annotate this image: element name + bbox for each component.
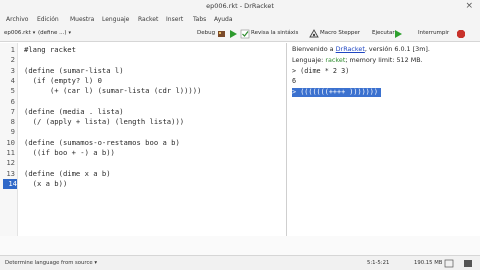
recycle-icon xyxy=(444,259,454,268)
line-number: 3 xyxy=(10,65,15,75)
code-line[interactable]: 13 (define (dime x a b) xyxy=(0,169,287,179)
status-bar: Determine language from source ▾ 5:1-5:2… xyxy=(0,255,480,270)
stop-button[interactable]: Interrumpir xyxy=(418,30,449,36)
interactions-pane[interactable]: Bienvenido a DrRacket, versión 6.0.1 [3m… xyxy=(289,43,480,236)
menu-tabs[interactable]: Tabs xyxy=(193,16,206,23)
cursor-position: 5:1-5:21 xyxy=(367,260,390,266)
code-text: (/ (apply + lista) (length lista))) xyxy=(24,117,185,127)
code-line[interactable]: 5 (+ (car l) (sumar-lista (cdr l))))) xyxy=(0,86,287,96)
line-number: 2 xyxy=(10,55,15,65)
code-text: (define (dime x a b) xyxy=(24,168,111,178)
menu-racket[interactable]: Racket xyxy=(138,16,158,23)
line-number: 4 xyxy=(10,75,15,85)
code-text: (+ (car l) (sumar-lista (cdr l))))) xyxy=(24,86,202,96)
macro-stepper-icon xyxy=(309,29,319,38)
code-line[interactable]: 12 xyxy=(0,158,287,168)
code-line[interactable]: 4 (if (empty? l) 0 xyxy=(0,76,287,86)
line-number: 10 xyxy=(6,137,15,147)
check-syntax-icon xyxy=(240,29,250,39)
close-icon[interactable]: × xyxy=(465,1,473,11)
stop-icon xyxy=(457,30,465,38)
menu-muestra[interactable]: Muestra xyxy=(70,16,94,23)
code-line[interactable]: 1 #lang racket xyxy=(0,45,287,55)
line-number: 7 xyxy=(10,106,15,116)
code-text: (if (empty? l) 0 xyxy=(24,75,102,85)
code-text: (x a b)) xyxy=(24,178,68,188)
language-selector[interactable]: Determine language from source ▾ xyxy=(5,260,97,266)
repl-current-input[interactable]: > (((((((++++ ))))))) xyxy=(292,88,381,97)
code-line[interactable]: 8 (/ (apply + lista) (length lista))) xyxy=(0,117,287,127)
line-number: 14 xyxy=(3,178,17,190)
debug-icon xyxy=(218,31,225,37)
code-line[interactable]: 6 xyxy=(0,97,287,107)
drracket-link[interactable]: DrRacket xyxy=(336,45,365,53)
code-text: ((if boo + -) a b)) xyxy=(24,148,115,157)
menu-bar: Archivo Edición Muestra Lenguaje Racket … xyxy=(0,13,480,27)
menu-insert[interactable]: Insert xyxy=(166,16,183,23)
line-number: 6 xyxy=(10,96,15,106)
line-number: 11 xyxy=(6,148,15,157)
toolbar: ep006.rkt ▾ (define ...) ▾ Debug Revisa la… xyxy=(0,27,480,42)
code-line[interactable]: 9 xyxy=(0,127,287,137)
debug-play-icon xyxy=(230,30,237,38)
menu-ayuda[interactable]: Ayuda xyxy=(214,16,233,23)
code-text: (define (sumar-lista l) xyxy=(24,65,124,75)
code-line[interactable]: 2 xyxy=(0,55,287,65)
code-line[interactable]: 10 (define (sumamos-o-restamos boo a b) xyxy=(0,138,287,148)
welcome-line: Bienvenido a DrRacket, versión 6.0.1 [3m… xyxy=(292,45,430,53)
macro-stepper-button[interactable]: Macro Stepper xyxy=(320,30,360,36)
line-number: 8 xyxy=(10,117,15,127)
chevron-down-icon: ▾ xyxy=(68,30,72,36)
check-syntax-button[interactable]: Revisa la sintáxis xyxy=(251,30,298,36)
line-number: 9 xyxy=(10,127,15,137)
repl-output-1: 6 xyxy=(292,77,297,85)
line-number: 13 xyxy=(6,168,15,178)
code-text: (define (media . lista) xyxy=(24,106,124,116)
run-icon xyxy=(395,30,402,38)
line-number: 1 xyxy=(10,45,15,54)
language-line: Lenguaje: racket; memory limit: 512 MB. xyxy=(292,56,423,64)
line-number: 12 xyxy=(6,158,15,168)
menu-lenguaje[interactable]: Lenguaje xyxy=(102,16,129,23)
code-text: #lang racket xyxy=(24,45,76,54)
code-line[interactable]: 11 ((if boo + -) a b)) xyxy=(0,148,287,158)
bottom-spacer xyxy=(0,236,480,255)
menu-edicion[interactable]: Edición xyxy=(37,16,59,23)
define-select[interactable]: (define ...) ▾ xyxy=(38,30,71,36)
chevron-down-icon: ▾ xyxy=(32,30,36,36)
debug-button[interactable]: Debug xyxy=(197,30,215,36)
code-line[interactable]: 14 (x a b)) xyxy=(0,178,287,190)
definitions-editor[interactable]: 1 #lang racket 2 3 (define (sumar-lista l) 4 … xyxy=(0,43,287,236)
run-button[interactable]: Ejecutar xyxy=(372,30,395,36)
menu-archivo[interactable]: Archivo xyxy=(6,16,28,23)
memory-usage: 190.15 MB xyxy=(414,260,443,266)
code-line[interactable]: 3 (define (sumar-lista l) xyxy=(0,66,287,76)
title-bar: ep006.rkt - DrRacket × xyxy=(0,0,480,13)
line-number: 5 xyxy=(10,86,15,96)
window-title: ep006.rkt - DrRacket xyxy=(206,2,274,10)
repl-input-1: > (dime * 2 3) xyxy=(292,67,350,75)
file-select[interactable]: ep006.rkt ▾ xyxy=(4,30,35,36)
code-line[interactable]: 7 (define (media . lista) xyxy=(0,107,287,117)
running-indicator-icon xyxy=(464,260,472,267)
code-text: (define (sumamos-o-restamos boo a b) xyxy=(24,137,180,147)
